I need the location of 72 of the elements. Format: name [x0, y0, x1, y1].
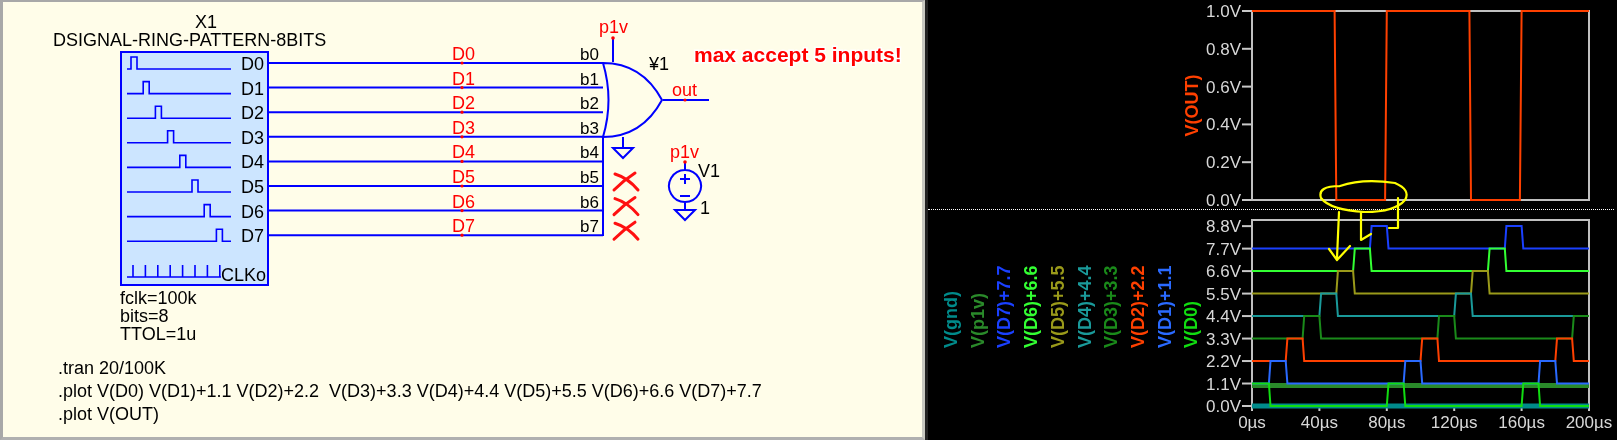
- pin-label: b7: [580, 217, 599, 237]
- net-label: p1v: [670, 142, 700, 162]
- trace-label: V(OUT): [1182, 74, 1202, 137]
- component-model: DSIGNAL-RING-PATTERN-8BITS: [53, 30, 327, 50]
- parameter-text: TTOL=1u: [120, 324, 197, 344]
- net-label: D4: [452, 142, 475, 163]
- axis-tick-label: 40µs: [1300, 413, 1338, 432]
- trace-label: V(D0): [1181, 301, 1202, 348]
- net-label: D7: [452, 216, 475, 237]
- spice-directive: .tran 20/100K: [58, 357, 167, 380]
- pin-label: D4: [241, 152, 264, 173]
- axis-tick-label: 1.1V: [1206, 374, 1241, 394]
- net-label: D2: [452, 93, 475, 114]
- axis-tick-label: 160µs: [1498, 413, 1545, 432]
- axis-tick-label: 0.0V: [1206, 397, 1241, 416]
- trace-label: V(p1v): [967, 293, 988, 348]
- axis-tick-label: 0.2V: [1206, 153, 1241, 173]
- axis-tick-label: 4.4V: [1206, 307, 1241, 327]
- axis-tick-label: 3.3V: [1206, 329, 1241, 349]
- spice-directive: .plot V(OUT): [58, 403, 159, 426]
- spice-directive: .plot V(D0) V(D1)+1.1 V(D2)+2.2 V(D3)+3.3 V(D4)+4.4 V(D5)+5.5 V(D6)+6.6 V(D7)+7.7: [58, 380, 762, 403]
- trace-label: V(D4)+4.4: [1074, 265, 1095, 348]
- trace-label: V(gnd): [941, 291, 961, 348]
- axis-tick-label: 0.6V: [1206, 77, 1241, 97]
- axis-tick-label: 0.0V: [1206, 191, 1241, 209]
- component-reference: ¥1: [649, 54, 670, 74]
- pin-label: D5: [241, 177, 264, 197]
- pin-label: b1: [580, 69, 599, 89]
- trace-label: V(D3)+3.3: [1101, 265, 1122, 348]
- axis-tick-label: 80µs: [1368, 413, 1406, 432]
- net-label: D1: [452, 68, 475, 89]
- axis-tick-label: 8.8V: [1206, 217, 1241, 237]
- parameter-text: bits=8: [120, 306, 169, 326]
- axis-tick-label: 2.2V: [1206, 352, 1241, 372]
- net-label: D3: [452, 117, 475, 138]
- trace-label: V(D2)+2.2: [1127, 265, 1148, 348]
- component-value: 1: [700, 198, 710, 218]
- net-label: D6: [452, 191, 475, 212]
- pin-label: D3: [241, 127, 264, 148]
- trace-label: V(D7)+7.7: [994, 265, 1015, 348]
- parameter-text: fclk=100k: [120, 288, 197, 308]
- pin-label: CLKo: [221, 265, 267, 285]
- net-label: out: [672, 80, 698, 100]
- trace-label: V(D5)+5.5: [1047, 265, 1068, 348]
- axis-tick-label: 6.6V: [1206, 262, 1241, 282]
- trace-label: V(D6)+6.6: [1021, 265, 1042, 348]
- pin-label: D7: [241, 226, 264, 247]
- pin-label: b4: [580, 143, 599, 163]
- note-text: max accept 5 inputs!: [694, 43, 902, 66]
- component-reference: X1: [195, 12, 218, 32]
- pin-label: b5: [580, 168, 599, 187]
- axis-tick-label: 0µs: [1238, 413, 1266, 432]
- axis-tick-label: 120µs: [1430, 413, 1478, 432]
- net-label: D0: [452, 44, 475, 64]
- axis-tick-label: 0.4V: [1206, 115, 1241, 135]
- pin-label: D0: [241, 54, 264, 74]
- pin-label: b0: [580, 45, 599, 64]
- pin-label: b2: [580, 94, 599, 114]
- component-reference: V1: [698, 161, 721, 181]
- axis-tick-label: 7.7V: [1206, 239, 1241, 259]
- net-label: D5: [452, 167, 475, 187]
- pin-label: b6: [580, 192, 599, 212]
- pin-label: D2: [241, 103, 264, 124]
- pin-label: D1: [241, 78, 264, 99]
- axis-tick-label: 0.8V: [1206, 39, 1241, 59]
- pin-label: b3: [580, 118, 599, 138]
- axis-tick-label: 5.5V: [1206, 284, 1241, 304]
- axis-tick-label: 200µs: [1565, 413, 1613, 432]
- pin-label: D6: [241, 201, 264, 222]
- trace-label: V(D1)+1.1: [1154, 265, 1175, 348]
- axis-tick-label: 1.0V: [1206, 2, 1241, 21]
- net-label: p1v: [599, 17, 629, 37]
